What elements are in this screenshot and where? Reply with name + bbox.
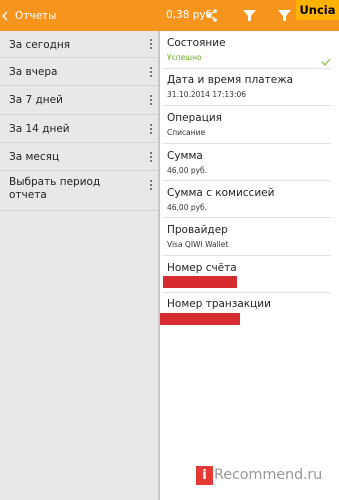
list-item[interactable]: За вчера [0,58,158,86]
filter-icon[interactable] [241,7,258,24]
field-label: Дата и время платежа [167,74,294,86]
overflow-menu-icon[interactable] [150,67,152,77]
provider-field: Провайдер Visa QIWI Wallet [160,218,339,256]
list-item-label: За сегодня [9,39,71,51]
transaction-number-field: Номер транзакции [160,293,339,330]
overflow-menu-icon[interactable] [150,39,152,49]
list-item-label: За вчера [9,66,58,78]
field-label: Провайдер [167,224,228,236]
overflow-menu-icon[interactable] [150,95,152,105]
redacted-value [160,313,240,325]
overflow-menu-icon[interactable] [150,180,152,190]
sum-field: Сумма 46,00 руб. [160,144,339,181]
operation-field: Операция Списание [160,106,339,144]
field-label: Сумма [167,150,203,162]
watermark-text: Recommend.ru [214,467,323,483]
reports-list: За сегодня За вчера За 7 дней За 14 дней… [0,31,158,500]
field-label: Сумма с комиссией [167,187,275,199]
watermark-logo-icon: i [196,465,213,485]
field-value: 46,00 руб. [167,203,208,212]
sum-commission-field: Сумма с комиссией 46,00 руб. [160,181,339,218]
watermark-badge: Uncia [296,0,339,20]
field-value: Visa QIWI Wallet [167,240,229,249]
field-value: 31.10.2014 17:13:06 [167,90,247,99]
field-value: Списание [167,128,206,137]
overflow-menu-icon[interactable] [150,152,152,162]
overflow-menu-icon[interactable] [150,124,152,134]
field-label: Операция [167,112,222,124]
datetime-field: Дата и время платежа 31.10.2014 17:13:06 [160,69,339,106]
list-item[interactable]: За месяц [0,143,158,171]
status-field: Состояние Успешно [160,31,339,69]
page-title: Отчеты [15,9,57,22]
field-value: 46,00 руб. [167,166,208,175]
field-label: Состояние [167,37,226,49]
list-item[interactable]: За 7 дней [0,86,158,115]
field-label: Номер транзакции [167,298,271,310]
share-icon[interactable] [204,7,221,24]
list-item-label: Выбрать период отчета [9,176,101,201]
back-arrow-icon [2,10,8,21]
list-item-label: За 7 дней [9,94,63,106]
payment-details: Состояние Успешно Дата и время платежа 3… [160,31,339,500]
account-number-field: Номер счёта [160,256,339,293]
status-value: Успешно [167,53,202,62]
list-item[interactable]: Выбрать период отчета [0,171,158,211]
list-item[interactable]: За 14 дней [0,115,158,143]
list-item-label: За 14 дней [9,123,70,135]
check-icon [321,51,331,66]
watermark-logo: i Recommend.ru [196,462,322,488]
action-bar: Отчеты 0,38 руб. Uncia [0,0,339,31]
list-item[interactable]: За сегодня [0,31,158,58]
back-button[interactable]: Отчеты [0,0,56,31]
app-icon [9,9,13,23]
field-label: Номер счёта [167,262,237,274]
filter-icon[interactable] [276,7,293,24]
redacted-value [163,276,237,288]
list-item-label: За месяц [9,151,60,163]
